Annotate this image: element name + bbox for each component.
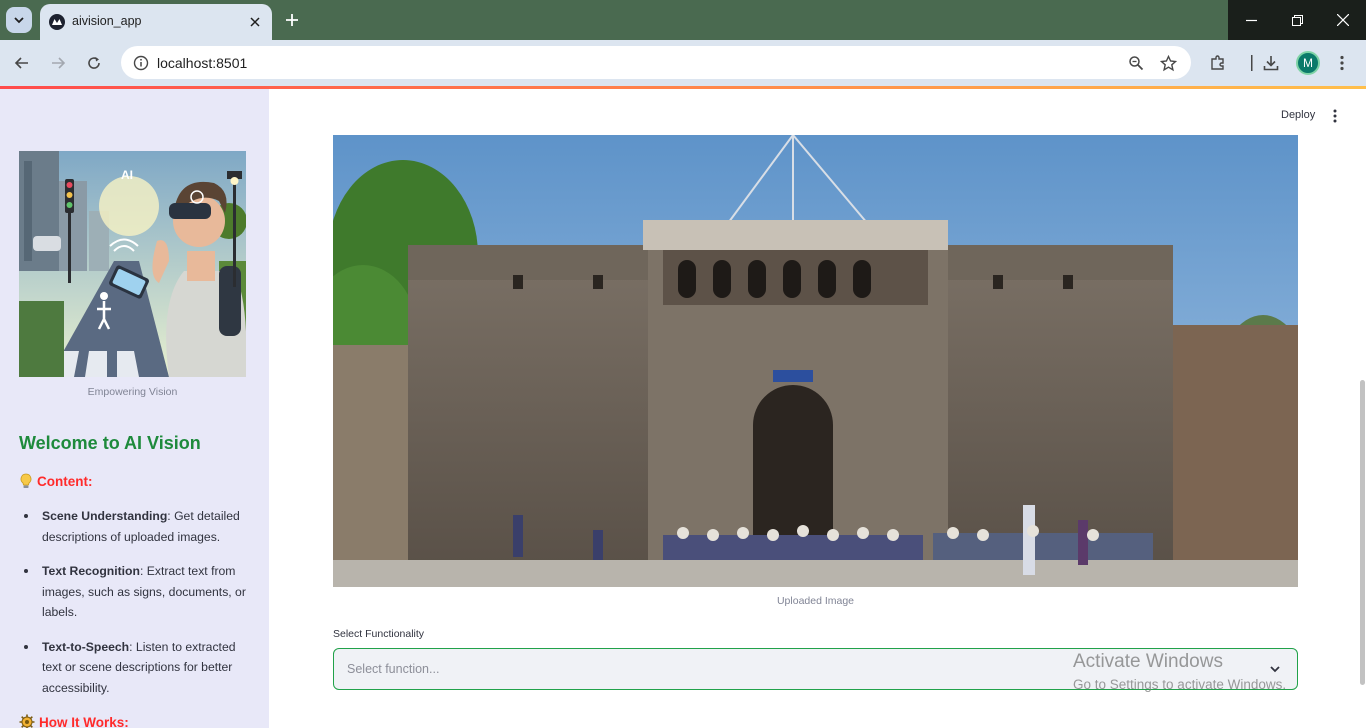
sidebar-image-caption: Empowering Vision	[87, 386, 178, 398]
browser-tab[interactable]: aivision_app	[40, 4, 272, 40]
lightbulb-icon	[20, 473, 32, 488]
close-icon	[1337, 14, 1349, 26]
windows-activation-watermark: Activate Windows Go to Settings to activ…	[1073, 651, 1286, 692]
watermark-line2: Go to Settings to activate Windows.	[1073, 677, 1287, 692]
restore-button[interactable]	[1274, 0, 1320, 40]
restore-icon	[1291, 14, 1303, 26]
site-info-icon[interactable]	[131, 53, 151, 73]
sidebar-heading: Welcome to AI Vision	[19, 433, 201, 453]
url-text: localhost:8501	[157, 55, 248, 71]
feature-list: Scene Understanding: Get detailed descri…	[22, 506, 247, 712]
tab-search-button[interactable]	[6, 7, 32, 33]
address-bar[interactable]: localhost:8501	[121, 46, 1191, 79]
watermark-line1: Activate Windows	[1073, 651, 1223, 672]
zoom-icon[interactable]	[1125, 52, 1147, 74]
chevron-down-icon	[14, 17, 24, 24]
arrow-left-icon	[14, 57, 28, 69]
how-it-works-title: How It Works:	[19, 714, 129, 728]
reload-button[interactable]	[82, 51, 106, 75]
page-scrollbar[interactable]	[1360, 380, 1365, 685]
gear-icon	[19, 714, 35, 728]
plus-icon	[286, 14, 298, 26]
list-item: Text-to-Speech: Listen to extracted text…	[22, 637, 247, 699]
close-window-button[interactable]	[1320, 0, 1366, 40]
window-controls	[1228, 0, 1366, 40]
content-section-title: Content:	[19, 473, 92, 489]
minimize-button[interactable]	[1228, 0, 1274, 40]
deploy-button[interactable]: Deploy	[1275, 105, 1321, 125]
content-title-text: Content:	[37, 473, 93, 489]
arrow-right-icon	[52, 57, 66, 69]
list-item: Scene Understanding: Get detailed descri…	[22, 506, 247, 547]
how-title-text: How It Works:	[39, 714, 129, 728]
select-functionality-label: Select Functionality	[333, 628, 425, 640]
new-tab-button[interactable]	[281, 9, 303, 31]
sidebar: AI Empowering Vision Welcome to AI Visio…	[0, 89, 269, 728]
download-icon[interactable]	[1259, 51, 1283, 75]
minimize-icon	[1245, 19, 1257, 21]
feature-name: Text-to-Speech	[42, 639, 130, 654]
profile-avatar[interactable]: M	[1296, 51, 1320, 75]
bookmark-star-icon[interactable]	[1157, 52, 1179, 74]
back-button[interactable]	[10, 51, 34, 75]
image-caption: Uploaded Image	[776, 595, 855, 607]
reload-icon	[88, 57, 100, 69]
feature-name: Scene Understanding	[42, 509, 168, 523]
feature-name: Text Recognition	[42, 564, 140, 578]
extensions-icon[interactable]	[1206, 51, 1230, 75]
forward-button[interactable]	[46, 51, 70, 75]
list-item: Text Recognition: Extract text from imag…	[22, 561, 247, 623]
browser-toolbar: localhost:8501	[0, 40, 1366, 86]
uploaded-image	[333, 135, 1298, 587]
close-tab-icon[interactable]	[246, 13, 264, 31]
sidebar-illustration: AI	[19, 151, 246, 377]
app-menu-icon[interactable]	[1327, 107, 1343, 125]
svg-text:AI: AI	[121, 168, 133, 182]
select-placeholder: Select function...	[347, 662, 440, 676]
tab-title: aivision_app	[72, 14, 142, 28]
tab-strip: aivision_app	[0, 0, 1366, 40]
streamlit-favicon-icon	[49, 14, 65, 30]
browser-menu-icon[interactable]	[1330, 51, 1354, 75]
